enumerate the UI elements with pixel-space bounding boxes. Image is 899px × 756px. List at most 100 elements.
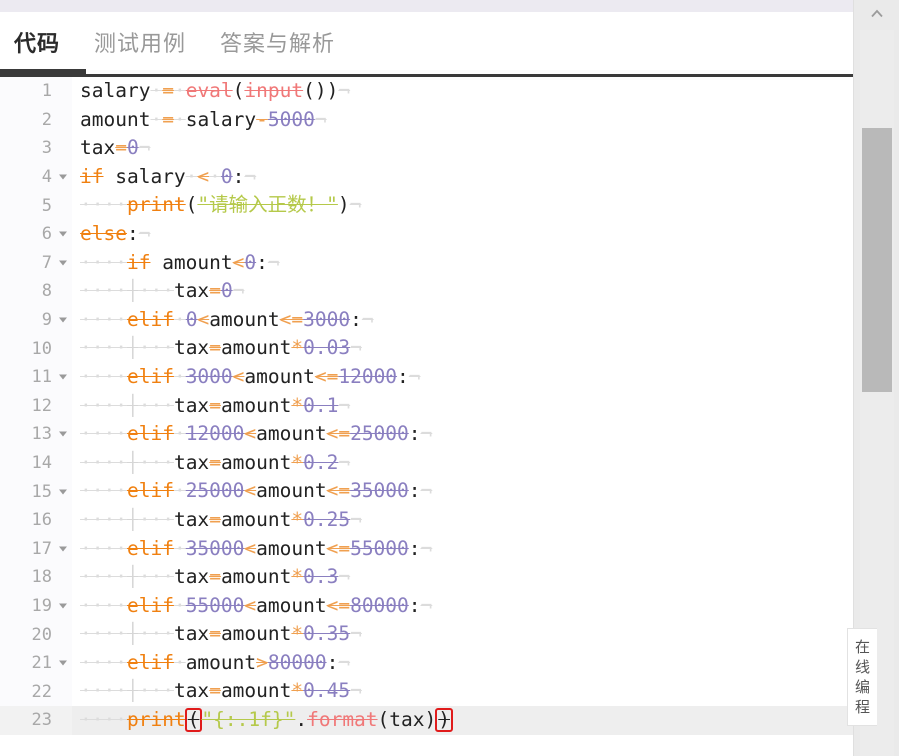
code-text[interactable]: ····│···tax=amount*0.3¬ [72, 563, 853, 592]
chevron-up-icon[interactable] [868, 6, 886, 24]
line-number: 10 [31, 338, 52, 359]
code-line[interactable]: 9 ····elif·0<amount<=3000:¬ [0, 305, 853, 335]
code-line[interactable]: 22 ····│···tax=amount*0.45¬ [0, 677, 853, 707]
code-text[interactable]: ····│···tax=amount*0.35¬ [72, 620, 853, 649]
code-line[interactable]: 19 ····elif·55000<amount<=80000:¬ [0, 591, 853, 621]
code-line[interactable]: 18 ····│···tax=amount*0.3¬ [0, 563, 853, 592]
line-gutter: 13 [0, 420, 72, 449]
code-line-active[interactable]: 23 ····print("{:.1f}".format(tax)) [0, 706, 853, 735]
line-number: 4 [41, 167, 52, 188]
code-text[interactable]: ····elif·55000<amount<=80000:¬ [72, 592, 853, 621]
tab-bar: 代码 测试用例 答案与解析 [0, 12, 853, 77]
line-gutter: 12 [0, 391, 72, 421]
line-number: 14 [31, 453, 52, 474]
fold-toggle-icon[interactable] [59, 317, 67, 323]
code-text[interactable]: ····│···tax=amount*0.1¬ [72, 392, 853, 421]
code-line[interactable]: 10 ····│···tax=amount*0.03¬ [0, 334, 853, 363]
code-text[interactable]: amount·=·salary-5000¬ [72, 106, 853, 135]
side-tab-char: 在 [854, 638, 870, 656]
code-line[interactable]: 13 ····elif·12000<amount<=25000:¬ [0, 420, 853, 449]
code-text[interactable]: ····│···tax=amount*0.03¬ [72, 334, 853, 363]
code-text[interactable]: ····elif·12000<amount<=25000:¬ [72, 420, 853, 449]
code-line[interactable]: 16 ····│···tax=amount*0.25¬ [0, 505, 853, 535]
line-number: 19 [31, 595, 52, 616]
code-text[interactable]: if salary·<·0:¬ [72, 163, 853, 192]
line-gutter: 17 [0, 534, 72, 564]
tab-0[interactable]: 代码 [14, 33, 60, 56]
line-number: 15 [31, 481, 52, 502]
tab-2[interactable]: 答案与解析 [220, 33, 335, 56]
fold-toggle-icon[interactable] [59, 174, 67, 180]
code-line[interactable]: 6 else:¬ [0, 219, 853, 249]
code-editor[interactable]: 1 salary·=·eval(input())¬ 2 amount·=·salary… [0, 77, 853, 756]
code-text[interactable]: ····│···tax=amount*0.25¬ [72, 506, 853, 535]
code-line[interactable]: 2 amount·=·salary-5000¬ [0, 105, 853, 135]
fold-toggle-icon[interactable] [59, 489, 67, 495]
fold-toggle-icon[interactable] [59, 660, 67, 666]
line-number: 20 [31, 624, 52, 645]
line-gutter: 7 [0, 248, 72, 278]
code-text[interactable]: ····print("请输入正数！")¬ [72, 191, 853, 220]
line-number: 6 [41, 224, 52, 245]
code-text[interactable]: ····if amount<0:¬ [72, 249, 853, 278]
code-line[interactable]: 21 ····elif·amount>80000:¬ [0, 648, 853, 678]
line-number: 16 [31, 510, 52, 531]
code-text[interactable]: ····print("{:.1f}".format(tax)) [72, 706, 853, 735]
line-number: 11 [31, 367, 52, 388]
line-gutter: 20 [0, 620, 72, 649]
fold-toggle-icon[interactable] [59, 374, 67, 380]
code-line[interactable]: 1 salary·=·eval(input())¬ [0, 77, 853, 106]
tab-1[interactable]: 测试用例 [94, 33, 186, 56]
code-text[interactable]: ····elif·3000<amount<=12000:¬ [72, 363, 853, 392]
code-line[interactable]: 14 ····│···tax=amount*0.2¬ [0, 448, 853, 478]
line-number: 5 [41, 195, 52, 216]
code-line[interactable]: 17 ····elif·35000<amount<=55000:¬ [0, 534, 853, 564]
side-tab-char: 程 [854, 698, 870, 716]
line-gutter: 1 [0, 77, 72, 106]
line-number: 13 [31, 424, 52, 445]
code-text[interactable]: ····│···tax=0¬ [72, 277, 853, 306]
line-gutter: 2 [0, 105, 72, 135]
scrollbar-thumb[interactable] [862, 128, 892, 392]
code-text[interactable]: ····│···tax=amount*0.2¬ [72, 449, 853, 478]
code-line[interactable]: 8 ····│···tax=0¬ [0, 277, 853, 306]
code-text[interactable]: salary·=·eval(input())¬ [72, 77, 853, 106]
top-strip [0, 0, 853, 12]
code-line[interactable]: 15 ····elif·25000<amount<=35000:¬ [0, 477, 853, 506]
side-tab-char: 编 [854, 678, 870, 696]
code-text[interactable]: else:¬ [72, 220, 853, 249]
code-text[interactable]: ····elif·amount>80000:¬ [72, 649, 853, 678]
line-gutter: 11 [0, 362, 72, 392]
code-line[interactable]: 5 ····print("请输入正数！")¬ [0, 191, 853, 220]
line-gutter: 3 [0, 134, 72, 163]
fold-toggle-icon[interactable] [59, 546, 67, 552]
code-line[interactable]: 20 ····│···tax=amount*0.35¬ [0, 620, 853, 649]
fold-toggle-icon[interactable] [59, 231, 67, 237]
fold-toggle-icon[interactable] [59, 603, 67, 609]
line-gutter: 16 [0, 505, 72, 535]
code-text[interactable]: ····elif·35000<amount<=55000:¬ [72, 535, 853, 564]
line-number: 23 [31, 710, 52, 731]
line-gutter: 22 [0, 677, 72, 707]
code-line[interactable]: 4 if salary·<·0:¬ [0, 162, 853, 192]
line-number: 7 [41, 252, 52, 273]
code-line[interactable]: 11 ····elif·3000<amount<=12000:¬ [0, 362, 853, 392]
side-tab-online-programming[interactable]: 在线编程 [847, 628, 877, 726]
line-number: 17 [31, 538, 52, 559]
code-line[interactable]: 7 ····if amount<0:¬ [0, 248, 853, 278]
line-number: 12 [31, 395, 52, 416]
line-gutter: 21 [0, 648, 72, 678]
code-text[interactable]: ····elif·25000<amount<=35000:¬ [72, 477, 853, 506]
fold-toggle-icon[interactable] [59, 260, 67, 266]
code-line[interactable]: 3 tax=0¬ [0, 134, 853, 163]
line-number: 18 [31, 567, 52, 588]
code-line[interactable]: 12 ····│···tax=amount*0.1¬ [0, 391, 853, 421]
line-number: 9 [41, 310, 52, 331]
line-number: 8 [41, 281, 52, 302]
code-text[interactable]: ····│···tax=amount*0.45¬ [72, 677, 853, 706]
code-text[interactable]: tax=0¬ [72, 134, 853, 163]
line-number: 3 [41, 138, 52, 159]
line-gutter: 5 [0, 191, 72, 220]
fold-toggle-icon[interactable] [59, 431, 67, 437]
code-text[interactable]: ····elif·0<amount<=3000:¬ [72, 306, 853, 335]
